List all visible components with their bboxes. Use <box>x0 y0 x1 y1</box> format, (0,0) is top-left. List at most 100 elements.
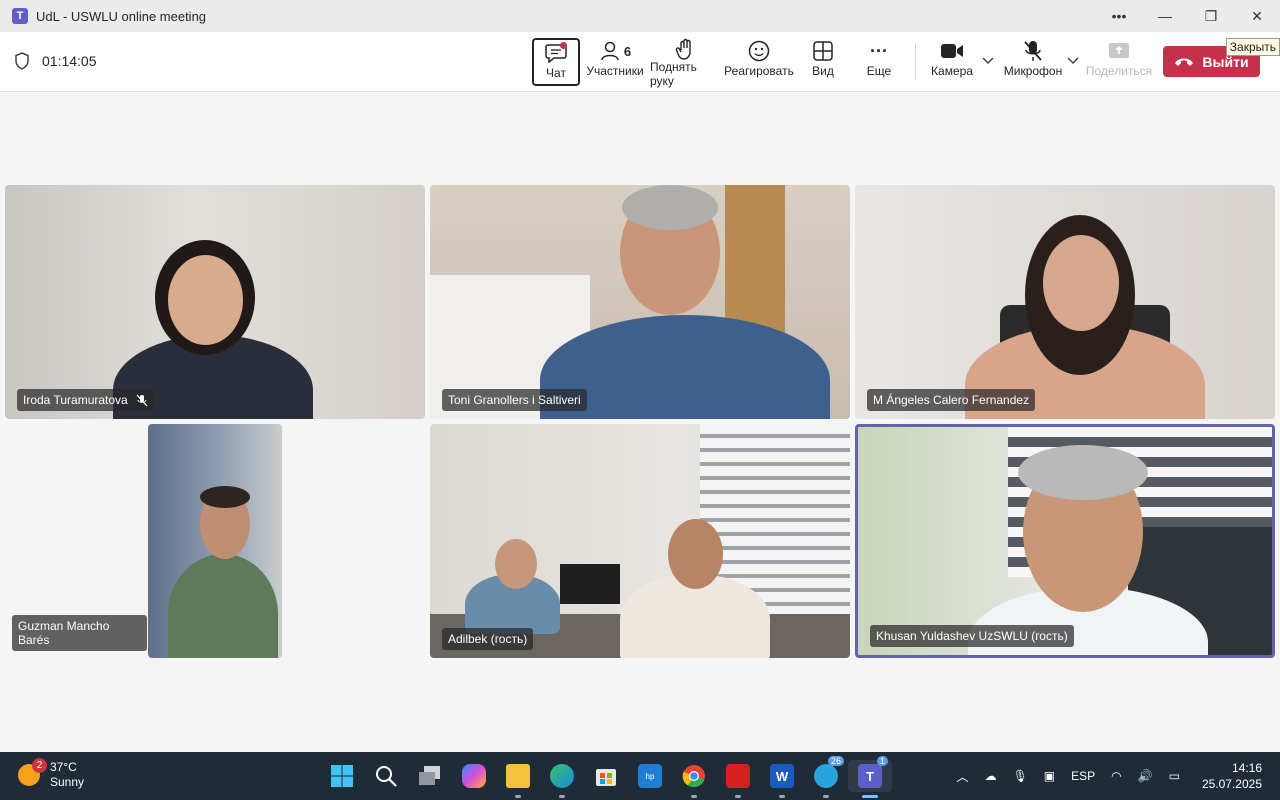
teams-icon: T <box>858 764 882 788</box>
copilot-button[interactable] <box>452 760 496 792</box>
chrome-icon <box>682 765 705 788</box>
search-icon <box>376 766 397 787</box>
share-label: Поделиться <box>1085 64 1153 78</box>
search-button[interactable] <box>364 760 408 792</box>
onedrive-icon[interactable]: ☁ <box>985 769 997 783</box>
minimize-button[interactable]: — <box>1142 0 1188 32</box>
windows-taskbar: 2 37°C Sunny hp W 26 T 1 ︿ ☁ 🎙 ▣ ESP ◠ 🔊… <box>0 752 1280 800</box>
start-button[interactable] <box>320 760 364 792</box>
weather-widget[interactable]: 2 37°C Sunny <box>18 758 85 790</box>
myhp-button[interactable]: hp <box>628 760 672 792</box>
toolbar-divider <box>915 44 916 80</box>
participants-label: Участники <box>586 64 644 78</box>
copilot-icon <box>462 764 486 788</box>
raise-hand-button[interactable]: Поднять руку <box>650 38 720 88</box>
participant-name-tag: Guzman Mancho Barés <box>12 615 147 651</box>
video-tile-iroda[interactable]: Iroda Turamuratova <box>5 185 425 419</box>
battery-icon[interactable]: ▭ <box>1169 769 1180 783</box>
more-button[interactable]: ··· Еще <box>862 38 896 86</box>
participant-name-tag: Adilbek (гость) <box>442 628 534 650</box>
task-view-button[interactable] <box>408 760 452 792</box>
title-bar: T UdL - USWLU online meeting ••• — ❐ ✕ <box>0 0 1280 32</box>
restore-button[interactable]: ❐ <box>1188 0 1234 32</box>
acrobat-button[interactable] <box>716 760 760 798</box>
participants-count: 6 <box>623 43 632 59</box>
camera-icon <box>940 38 964 64</box>
participant-name-tag: Toni Granollers i Saltiveri <box>442 389 587 411</box>
camera-button[interactable]: Камера <box>930 38 974 86</box>
grid-view-icon <box>813 38 833 64</box>
view-button[interactable]: Вид <box>805 38 841 86</box>
participants-icon-wrap: 6 <box>599 38 631 64</box>
participant-name: Khusan Yuldashev UzSWLU (гость) <box>876 629 1068 643</box>
participant-name: Toni Granollers i Saltiveri <box>448 393 581 407</box>
windows-logo-icon <box>331 765 353 787</box>
camera-options-chevron-icon[interactable] <box>982 54 994 68</box>
mic-options-chevron-icon[interactable] <box>1067 54 1079 68</box>
teams-logo-icon: T <box>12 8 28 24</box>
meeting-timer: 01:14:05 <box>14 52 97 70</box>
share-icon <box>1108 38 1130 64</box>
screen-capture-icon[interactable]: ▣ <box>1044 769 1055 783</box>
react-button[interactable]: Реагировать <box>724 38 794 86</box>
language-indicator[interactable]: ESP <box>1071 769 1095 783</box>
participant-name: Adilbek (гость) <box>448 632 528 646</box>
hang-up-icon <box>1175 58 1194 66</box>
meeting-toolbar: 01:14:05 Чат 6 Участники Поднять руку Ре… <box>0 32 1280 92</box>
smiley-icon <box>748 38 770 64</box>
react-label: Реагировать <box>724 64 794 78</box>
participants-button[interactable]: 6 Участники <box>586 38 644 86</box>
folder-icon <box>506 764 530 788</box>
taskbar-apps: hp W 26 T 1 <box>320 756 892 798</box>
clock-date: 25.07.2025 <box>1201 777 1262 791</box>
edge-button[interactable] <box>540 760 584 798</box>
muted-mic-icon <box>136 394 148 406</box>
video-tile-khusan[interactable]: Khusan Yuldashev UzSWLU (гость) <box>855 424 1275 658</box>
video-tile-adilbek[interactable]: Adilbek (гость) <box>430 424 850 658</box>
timer-value: 01:14:05 <box>42 53 97 69</box>
people-icon <box>601 41 619 61</box>
sun-icon: 2 <box>18 758 47 786</box>
telegram-button[interactable]: 26 <box>804 756 848 798</box>
telegram-icon <box>814 764 838 788</box>
weather-temp: 37°C <box>50 760 77 774</box>
window-title: UdL - USWLU online meeting <box>36 8 207 24</box>
acrobat-icon <box>726 764 750 788</box>
microphone-button[interactable]: Микрофон <box>1003 38 1063 86</box>
video-tile-guzman[interactable] <box>148 424 282 658</box>
hand-icon <box>675 38 695 60</box>
chat-notification-dot <box>560 42 567 49</box>
share-button[interactable]: Поделиться <box>1085 38 1153 86</box>
wifi-icon[interactable]: ◠ <box>1111 769 1121 783</box>
volume-icon[interactable]: 🔊 <box>1138 769 1153 783</box>
participant-name: M Ángeles Calero Fernandez <box>873 393 1030 407</box>
telegram-badge: 26 <box>827 756 844 766</box>
chat-label: Чат <box>546 66 566 80</box>
video-tile-angeles[interactable]: M Ángeles Calero Fernandez <box>855 185 1275 419</box>
ellipsis-icon: ··· <box>870 40 888 61</box>
chat-button[interactable]: Чат <box>532 38 580 86</box>
teams-button[interactable]: T 1 <box>848 756 892 798</box>
show-hidden-icons-chevron-icon[interactable]: ︿ <box>957 768 969 785</box>
file-explorer-button[interactable] <box>496 760 540 798</box>
store-icon <box>596 769 616 786</box>
video-tile-toni[interactable]: Toni Granollers i Saltiveri <box>430 185 850 419</box>
store-button[interactable] <box>584 760 628 792</box>
clock-time: 14:16 <box>1231 761 1262 775</box>
more-label: Еще <box>866 64 892 78</box>
weather-desc: Sunny <box>50 775 85 789</box>
weather-badge: 2 <box>32 758 47 773</box>
chrome-button[interactable] <box>672 760 716 798</box>
taskbar-clock[interactable]: 14:16 25.07.2025 <box>1202 760 1262 792</box>
task-view-icon <box>419 766 440 785</box>
word-button[interactable]: W <box>760 760 804 798</box>
myhp-icon: hp <box>638 764 662 788</box>
mic-off-icon <box>1023 38 1043 64</box>
system-tray: ︿ ☁ 🎙 ▣ ESP ◠ 🔊 ▭ 14:16 25.07.2025 <box>949 752 1280 800</box>
microphone-tray-icon[interactable]: 🎙 <box>1013 769 1028 783</box>
more-options-icon[interactable]: ••• <box>1096 0 1142 32</box>
close-button[interactable]: ✕ <box>1234 0 1280 32</box>
mic-label: Микрофон <box>1003 64 1063 78</box>
window-controls: ••• — ❐ ✕ <box>1096 0 1280 32</box>
teams-badge: 1 <box>876 756 888 766</box>
